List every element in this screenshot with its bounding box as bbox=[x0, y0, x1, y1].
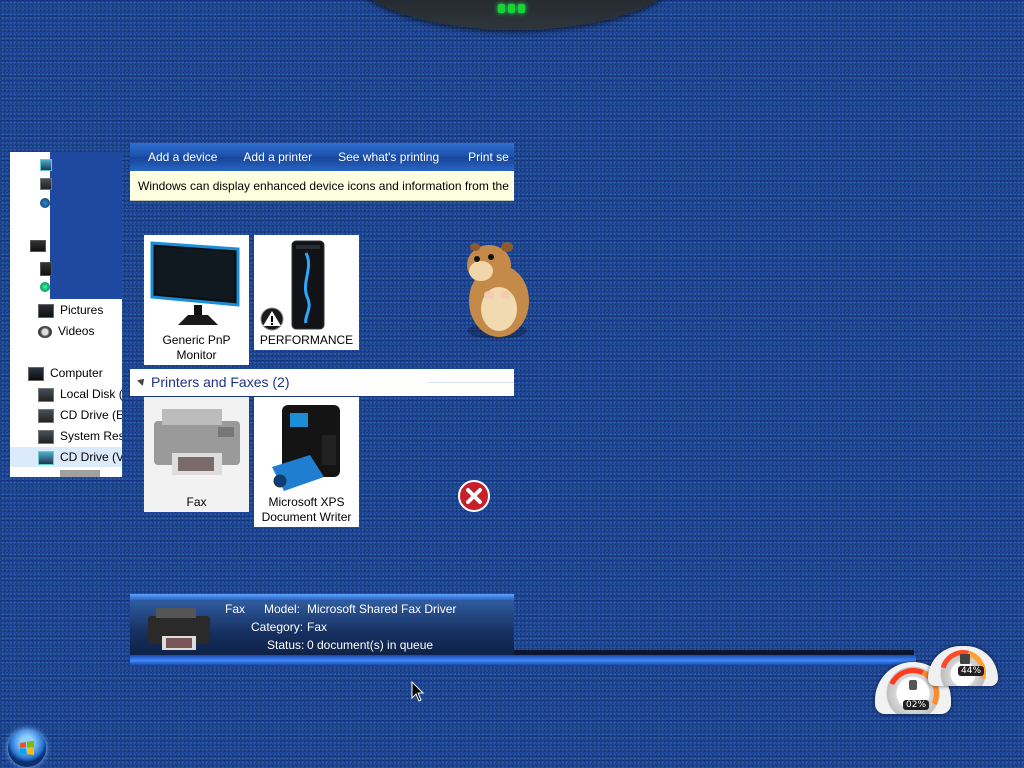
nav-homegroup-icon bbox=[30, 240, 46, 252]
details-pane: Fax Model: Microsoft Shared Fax Driver C… bbox=[130, 594, 514, 664]
nav-drive-icon bbox=[40, 159, 52, 171]
warning-icon bbox=[260, 307, 284, 331]
dock-led bbox=[518, 4, 525, 13]
nav-item-pictures[interactable]: Pictures bbox=[38, 300, 103, 320]
ram-value: 44% bbox=[958, 666, 985, 676]
device-label: Generic PnP bbox=[162, 333, 231, 347]
dock-led bbox=[508, 4, 515, 13]
drive-icon bbox=[38, 408, 54, 423]
nav-item-cd-drive-e[interactable]: CD Drive (E: bbox=[38, 405, 122, 425]
hamster-desktop-pet[interactable] bbox=[455, 235, 540, 343]
ram-meter-gadget[interactable]: 44% bbox=[928, 641, 998, 705]
start-button[interactable] bbox=[8, 729, 46, 767]
xps-printer-icon bbox=[272, 405, 340, 491]
group-header-rule bbox=[427, 382, 514, 383]
computer-icon bbox=[28, 366, 44, 381]
videos-icon bbox=[38, 325, 52, 338]
add-device-button[interactable]: Add a device bbox=[148, 143, 217, 171]
printers-group-header[interactable]: Printers and Faxes (2) bbox=[130, 369, 514, 396]
command-bar: Add a device Add a printer See what's prin… bbox=[130, 143, 514, 171]
pc-tower-icon bbox=[291, 240, 325, 330]
windows-logo-icon bbox=[20, 740, 34, 755]
add-printer-button[interactable]: Add a printer bbox=[243, 143, 312, 171]
mouse-cursor-icon bbox=[411, 681, 425, 702]
see-whats-printing-button[interactable]: See what's printing bbox=[338, 143, 439, 171]
nav-item-local-disk[interactable]: Local Disk ( bbox=[38, 384, 122, 404]
explorer-nav-pane: Pictures Videos Computer Local Disk ( CD… bbox=[10, 152, 122, 477]
details-category-label: Category: bbox=[251, 620, 304, 634]
nav-item-cd-drive-v[interactable]: CD Drive (V: bbox=[10, 447, 122, 467]
cd-drive-icon bbox=[38, 450, 54, 465]
window-bottom-edge bbox=[130, 655, 916, 666]
nav-item-computer[interactable]: Computer bbox=[28, 363, 103, 383]
nav-item-system-reserved[interactable]: System Rese bbox=[38, 426, 122, 446]
device-label: PERFORMANCE bbox=[259, 333, 354, 347]
details-status-label: Status: bbox=[267, 638, 305, 652]
nav-item-videos[interactable]: Videos bbox=[38, 321, 94, 341]
details-model-label: Model: bbox=[264, 602, 301, 616]
device-tile-performance[interactable]: PERFORMANCE bbox=[254, 235, 359, 350]
dock-led bbox=[498, 4, 505, 13]
top-dock bbox=[350, 0, 680, 30]
printer-label: Microsoft XPS bbox=[268, 495, 345, 509]
info-bar[interactable]: Windows can display enhanced device icon… bbox=[130, 171, 514, 201]
group-header-label: Printers and Faxes (2) bbox=[151, 374, 290, 390]
details-model-value: Microsoft Shared Fax Driver bbox=[307, 602, 457, 616]
nav-clipped-item bbox=[60, 470, 100, 477]
details-fax-icon bbox=[148, 608, 210, 650]
ram-chip-icon bbox=[960, 654, 970, 664]
nav-library-icon bbox=[40, 282, 50, 292]
error-icon[interactable] bbox=[458, 480, 490, 512]
nav-drive-icon bbox=[40, 178, 52, 190]
print-server-button[interactable]: Print se bbox=[468, 143, 509, 171]
details-status-value: 0 document(s) in queue bbox=[307, 638, 434, 652]
device-label: Monitor bbox=[176, 348, 217, 362]
monitor-icon bbox=[150, 241, 240, 325]
fax-icon bbox=[154, 409, 240, 475]
details-name: Fax bbox=[225, 602, 246, 616]
drive-icon bbox=[38, 387, 54, 402]
info-bar-text: Windows can display enhanced device icon… bbox=[138, 179, 509, 193]
cpu-value: 02% bbox=[903, 700, 930, 710]
pictures-icon bbox=[38, 303, 54, 318]
nav-library-icon bbox=[40, 262, 52, 276]
printer-tile-xps[interactable]: Microsoft XPS Document Writer bbox=[254, 397, 359, 527]
collapse-arrow-icon[interactable] bbox=[137, 376, 147, 386]
nav-network-icon bbox=[40, 198, 50, 208]
printer-label: Fax bbox=[186, 495, 207, 509]
drive-icon bbox=[38, 429, 54, 444]
printer-label: Document Writer bbox=[261, 510, 352, 524]
device-tile-monitor[interactable]: Generic PnP Monitor bbox=[144, 235, 249, 365]
details-category-value: Fax bbox=[307, 620, 328, 634]
printer-tile-fax[interactable]: Fax bbox=[144, 397, 249, 512]
